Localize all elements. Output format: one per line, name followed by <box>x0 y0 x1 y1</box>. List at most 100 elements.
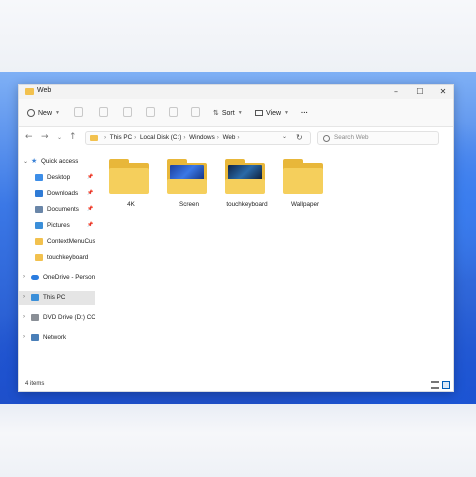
folder-icon <box>35 238 43 245</box>
download-icon <box>35 190 43 197</box>
folder-item-touchkeyboard[interactable]: touchkeyboard <box>221 159 273 213</box>
status-bar: 4 items <box>19 379 453 391</box>
folder-icon <box>35 254 43 261</box>
breadcrumb-this-pc[interactable]: This PC <box>110 134 132 141</box>
delete-icon[interactable] <box>191 107 200 117</box>
breadcrumb-web[interactable]: Web <box>223 134 236 141</box>
chevron-down-icon: ▼ <box>237 110 243 116</box>
sidebar-item-pictures[interactable]: Pictures 📌 <box>19 219 95 233</box>
item-count: 4 items <box>25 381 45 387</box>
sidebar-item-label: Pictures <box>47 222 70 229</box>
maximize-button[interactable]: ☐ <box>413 86 427 98</box>
chevron-down-icon[interactable]: ⌄ <box>282 133 287 140</box>
sidebar-item-label: Documents <box>47 206 79 213</box>
navigation-pane: ⌄ ★ Quick access Desktop 📌 Downloads 📌 D… <box>19 153 95 379</box>
sidebar-item-this-pc[interactable]: › This PC <box>19 291 95 305</box>
folder-icon <box>225 179 265 194</box>
forward-arrow-icon[interactable]: → <box>41 132 49 142</box>
sidebar-item-label: touchkeyboard <box>47 254 89 261</box>
search-icon <box>323 135 330 142</box>
search-input[interactable]: Search Web <box>334 134 369 141</box>
desktop-background-bottom <box>0 404 476 477</box>
folder-item-4k[interactable]: 4K <box>105 159 157 213</box>
folder-icon <box>109 168 149 194</box>
cut-icon[interactable] <box>74 107 83 117</box>
network-icon <box>31 334 39 341</box>
chevron-down-icon: ⌄ <box>23 159 29 165</box>
share-icon[interactable] <box>169 107 178 117</box>
window-title: Web <box>37 87 52 94</box>
sidebar-item-label: OneDrive - Personal <box>43 274 95 281</box>
view-icon <box>255 110 263 116</box>
pictures-icon <box>35 222 43 229</box>
up-arrow-icon[interactable]: ↑ <box>69 132 77 142</box>
address-row: ← → ⌄ ↑ › This PC › Local Disk (C:) › Wind… <box>19 127 453 149</box>
sidebar-item-downloads[interactable]: Downloads 📌 <box>19 187 95 201</box>
sidebar-item-dvd-drive[interactable]: › DVD Drive (D:) CCCC <box>19 311 95 325</box>
sidebar-item-onedrive[interactable]: › OneDrive - Personal <box>19 271 95 285</box>
breadcrumb-windows[interactable]: Windows <box>189 134 215 141</box>
folder-icon <box>167 179 207 194</box>
desktop-icon <box>35 174 43 181</box>
sidebar-item-desktop[interactable]: Desktop 📌 <box>19 171 95 185</box>
new-label: New <box>38 109 53 117</box>
sidebar-item-documents[interactable]: Documents 📌 <box>19 203 95 217</box>
sidebar-item-touchkeyboard[interactable]: touchkeyboard <box>19 251 95 265</box>
refresh-icon[interactable]: ↻ <box>296 133 303 142</box>
address-bar[interactable]: › This PC › Local Disk (C:) › Windows › Web… <box>85 131 311 145</box>
folder-icon <box>25 88 34 95</box>
command-bar: New ▼ ⇅ Sort ▼ View ▼ ··· <box>19 99 453 127</box>
sidebar-item-label: This PC <box>43 294 66 301</box>
see-more-button[interactable]: ··· <box>301 107 308 119</box>
new-button[interactable]: New ▼ <box>27 107 60 119</box>
plus-circle-icon <box>27 109 35 117</box>
search-box[interactable]: Search Web <box>317 131 439 145</box>
folder-icon <box>90 135 98 141</box>
sidebar-item-label: Quick access <box>41 158 79 165</box>
chevron-down-icon: ▼ <box>284 110 289 116</box>
folder-item-screen[interactable]: Screen <box>163 159 215 213</box>
details-view-icon[interactable] <box>431 381 439 389</box>
sidebar-item-network[interactable]: › Network <box>19 331 95 345</box>
pin-icon: 📌 <box>87 206 94 212</box>
sidebar-item-label: Desktop <box>47 174 71 181</box>
pin-icon: 📌 <box>87 174 94 180</box>
sidebar-item-quick-access[interactable]: ⌄ ★ Quick access <box>19 155 95 169</box>
folder-name: Wallpaper <box>290 201 320 208</box>
chevron-right-icon: › <box>23 334 25 340</box>
copy-icon[interactable] <box>99 107 108 117</box>
view-button[interactable]: View ▼ <box>255 107 289 119</box>
sort-button[interactable]: ⇅ Sort ▼ <box>213 107 243 119</box>
back-arrow-icon[interactable]: ← <box>25 132 33 142</box>
chevron-down-icon: ▼ <box>55 110 60 116</box>
sidebar-item-label: Network <box>43 334 67 341</box>
folder-icon <box>283 168 323 194</box>
minimize-button[interactable]: – <box>389 86 403 98</box>
desktop-background-top <box>0 0 476 72</box>
document-icon <box>35 206 43 213</box>
title-bar[interactable]: Web – ☐ ✕ <box>19 85 453 99</box>
folder-item-wallpaper[interactable]: Wallpaper <box>279 159 331 213</box>
sort-label: Sort <box>221 109 235 117</box>
breadcrumb: › This PC › Local Disk (C:) › Windows › Web… <box>104 134 240 141</box>
rename-icon[interactable] <box>146 107 155 117</box>
chevron-right-icon: › <box>23 294 25 300</box>
star-icon: ★ <box>31 157 38 165</box>
pin-icon: 📌 <box>87 190 94 196</box>
close-button[interactable]: ✕ <box>436 86 450 98</box>
sidebar-item-contextmenucust[interactable]: ContextMenuCust <box>19 235 95 249</box>
file-explorer-window: Web – ☐ ✕ New ▼ ⇅ Sort ▼ View ▼ ··· ← → <box>18 84 454 392</box>
sidebar-item-label: Downloads <box>47 190 79 197</box>
chevron-right-icon: › <box>23 274 25 280</box>
view-label: View <box>266 109 282 117</box>
breadcrumb-local-disk[interactable]: Local Disk (C:) <box>140 134 181 141</box>
sort-icon: ⇅ <box>213 109 219 117</box>
recent-chevron-icon[interactable]: ⌄ <box>57 134 62 141</box>
sidebar-item-label: ContextMenuCust <box>47 238 95 245</box>
sidebar-item-label: DVD Drive (D:) CCCC <box>43 314 95 321</box>
large-icons-view-icon[interactable] <box>442 381 450 389</box>
cloud-icon <box>31 275 39 280</box>
chevron-right-icon: › <box>23 314 25 320</box>
paste-icon[interactable] <box>123 107 132 117</box>
dvd-drive-icon <box>31 314 39 321</box>
